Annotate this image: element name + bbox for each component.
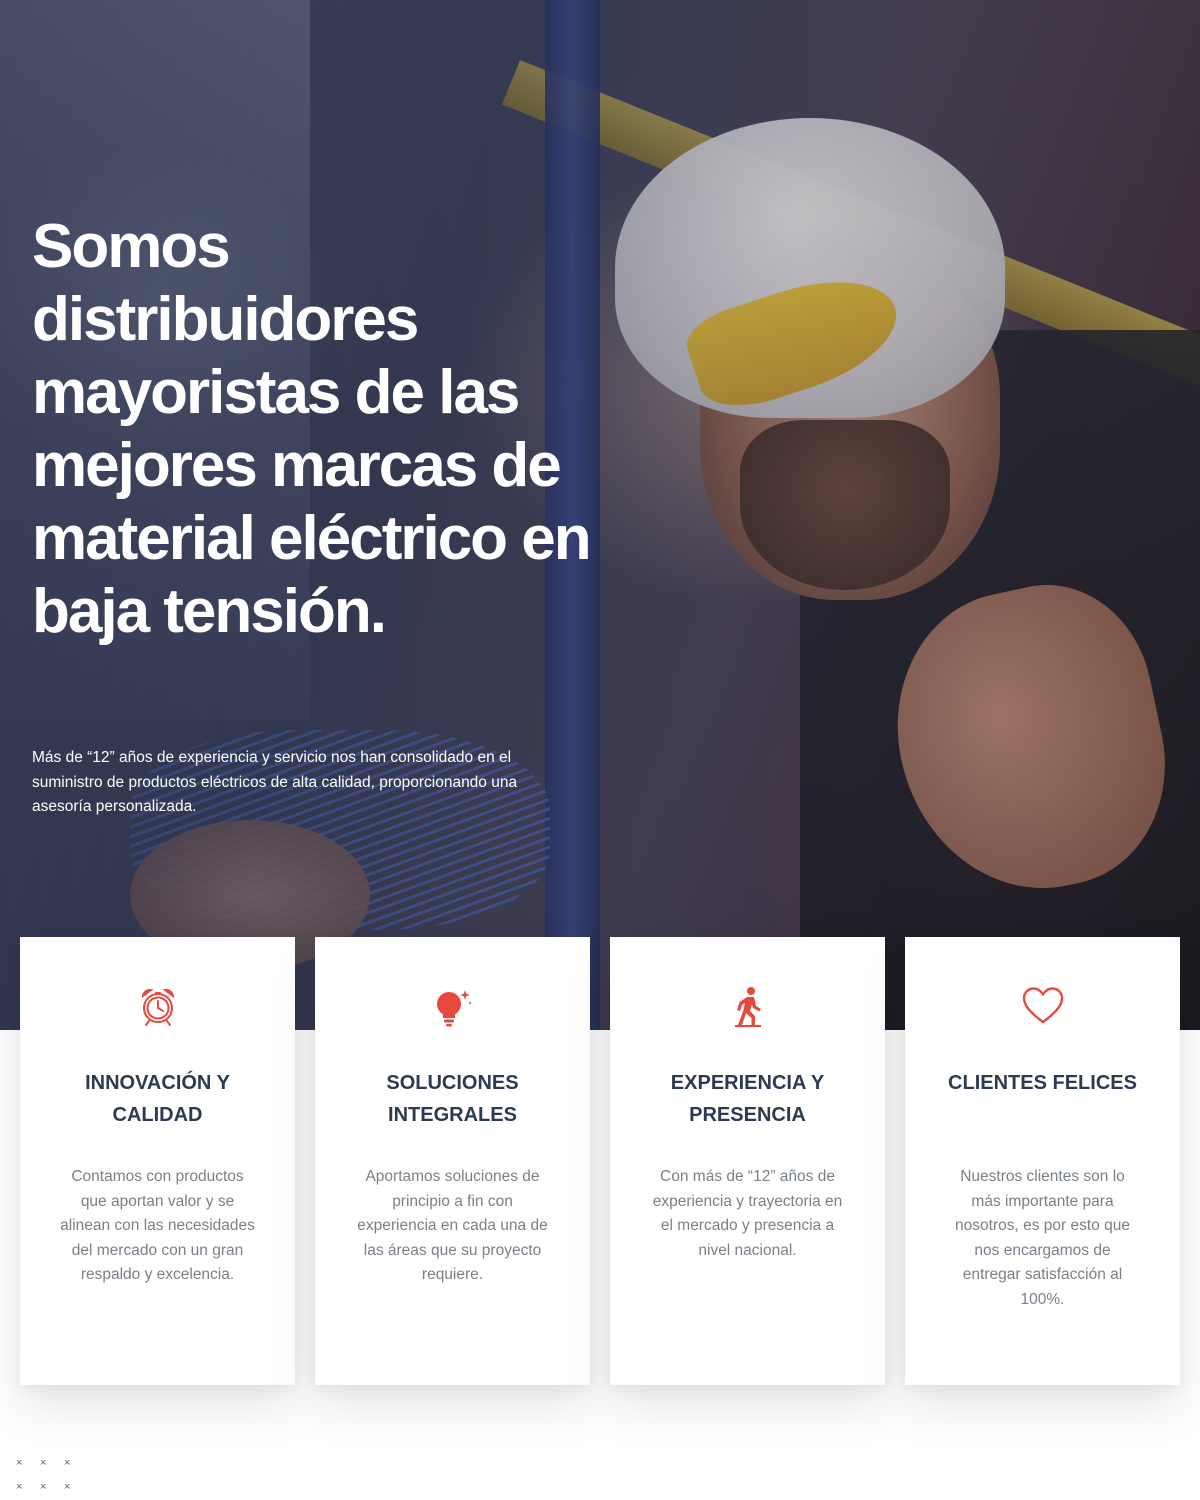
feature-card-clientes: CLIENTES FELICES Nuestros clientes son l… bbox=[905, 937, 1180, 1385]
dot-mark: × bbox=[40, 1481, 47, 1493]
dot-mark: × bbox=[40, 1457, 47, 1469]
feature-title: EXPERIENCIA Y PRESENCIA bbox=[670, 1072, 825, 1126]
hero-subtitle: Más de “12” años de experiencia y servic… bbox=[32, 749, 518, 815]
dot-mark: × bbox=[64, 1457, 71, 1469]
heart-icon bbox=[1021, 984, 1065, 1028]
alarm-clock-icon bbox=[136, 984, 180, 1028]
hero-section: Somos distribuidores mayoristas de las m… bbox=[0, 0, 1200, 1030]
hero-title: Somos distribuidores mayoristas de las m… bbox=[32, 212, 592, 646]
lightbulb-icon bbox=[431, 984, 475, 1028]
dot-mark: × bbox=[16, 1481, 23, 1493]
features-section: INNOVACIÓN Y CALIDAD Contamos con produc… bbox=[20, 937, 1180, 1385]
feature-card-soluciones: SOLUCIONES INTEGRALES Aportamos solucion… bbox=[315, 937, 590, 1385]
feature-text: Con más de “12” años de experiencia y tr… bbox=[652, 1168, 843, 1259]
feature-title: CLIENTES FELICES bbox=[948, 1072, 1137, 1094]
feature-card-innovacion: INNOVACIÓN Y CALIDAD Contamos con produc… bbox=[20, 937, 295, 1385]
feature-text: Nuestros clientes son lo más importante … bbox=[955, 1168, 1130, 1308]
feature-text: Contamos con productos que aportan valor… bbox=[60, 1168, 255, 1283]
feature-text: Aportamos soluciones de principio a fin … bbox=[357, 1168, 548, 1283]
feature-card-experiencia: EXPERIENCIA Y PRESENCIA Con más de “12” … bbox=[610, 937, 885, 1385]
decorative-dots: × × × × × × bbox=[16, 1458, 80, 1498]
dot-mark: × bbox=[16, 1457, 23, 1469]
dot-mark: × bbox=[64, 1481, 71, 1493]
walking-person-icon bbox=[726, 984, 770, 1028]
feature-title: SOLUCIONES INTEGRALES bbox=[386, 1072, 519, 1126]
feature-title: INNOVACIÓN Y CALIDAD bbox=[85, 1072, 230, 1126]
